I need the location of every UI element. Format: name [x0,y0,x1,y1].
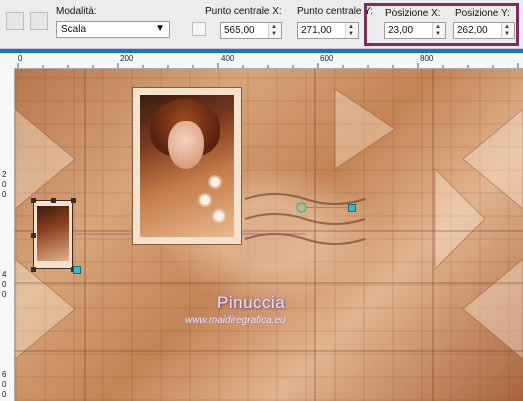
flower-decoration [200,195,210,205]
mode-dropdown[interactable]: Scala ▼ [56,21,170,38]
tool-options-bar: Modalità: Scala ▼ Punto centrale X: 565,… [0,0,523,49]
position-y-value: 262,00 [457,25,488,36]
image-canvas[interactable]: Pinuccia www.maidiregrafica.eu [15,69,523,401]
ruler-ticks [17,63,519,68]
ruler-vertical: 2 0 0 4 0 0 6 0 0 [0,68,15,401]
position-x-value: 23,00 [388,25,414,36]
center-pivot-icon[interactable] [296,202,307,213]
rotation-arm [307,207,349,208]
ruler-horizontal: 0 200 400 600 800 [0,54,523,69]
center-y-spinner[interactable]: ▲ ▼ [345,23,358,38]
pick-tool-icon[interactable] [30,12,48,30]
ruler-tick-label: 0 [2,380,7,389]
center-y-input[interactable]: 271,00 ▲ ▼ [297,22,359,39]
chevron-down-icon: ▼ [155,23,165,34]
center-x-label: Punto centrale X: [205,6,282,17]
spin-down-icon[interactable]: ▼ [348,31,354,37]
ruler-tick-label: 2 [2,170,7,179]
watermark-name: Pinuccia [217,293,286,312]
position-y-input[interactable]: 262,00 ▲ ▼ [453,22,515,39]
ruler-tick-label: 0 [2,290,7,299]
spin-down-icon[interactable]: ▼ [435,31,441,37]
active-window-bar [0,49,523,53]
background-pattern [15,69,523,401]
center-x-value: 565,00 [224,25,255,36]
center-x-spinner[interactable]: ▲ ▼ [268,23,281,38]
position-x-input[interactable]: 23,00 ▲ ▼ [384,22,446,39]
flower-decoration [214,211,224,221]
position-x-label: Posizione X: [385,8,441,19]
mode-label: Modalità: [56,6,97,17]
spin-up-icon[interactable]: ▲ [271,24,277,30]
spin-up-icon[interactable]: ▲ [504,24,510,30]
spin-up-icon[interactable]: ▲ [348,24,354,30]
selected-layer-thumbnail[interactable] [33,200,73,269]
flower-decoration [210,177,220,187]
center-x-input[interactable]: 565,00 ▲ ▼ [220,22,282,39]
spin-down-icon[interactable]: ▼ [271,31,277,37]
deform-tool-icon[interactable] [6,12,24,30]
portrait-frame[interactable] [132,87,242,245]
position-y-spinner[interactable]: ▲ ▼ [501,23,514,38]
rotation-handle[interactable] [73,266,81,274]
thumbnail-image [37,206,69,261]
center-point-icon[interactable] [192,22,206,36]
position-y-label: Posizione Y: [455,8,510,19]
ruler-tick-label: 0 [2,280,7,289]
ruler-tick-label: 0 [2,190,7,199]
spin-up-icon[interactable]: ▲ [435,24,441,30]
resize-handle[interactable] [31,198,36,203]
resize-handle[interactable] [71,198,76,203]
resize-handle[interactable] [51,198,56,203]
center-y-label: Punto centrale Y: [297,6,373,17]
ruler-tick-label: 0 [2,180,7,189]
ruler-tick-label: 4 [2,270,7,279]
portrait-face [168,121,204,169]
center-y-value: 271,00 [301,25,332,36]
mode-value: Scala [61,24,87,35]
watermark-url: www.maidiregrafica.eu [185,315,286,326]
portrait-image [140,95,234,237]
resize-handle[interactable] [31,233,36,238]
ruler-tick-label: 6 [2,370,7,379]
spin-down-icon[interactable]: ▼ [504,31,510,37]
ruler-tick-label: 0 [2,390,7,399]
rotation-knob[interactable] [348,204,356,212]
position-x-spinner[interactable]: ▲ ▼ [432,23,445,38]
resize-handle[interactable] [31,267,36,272]
